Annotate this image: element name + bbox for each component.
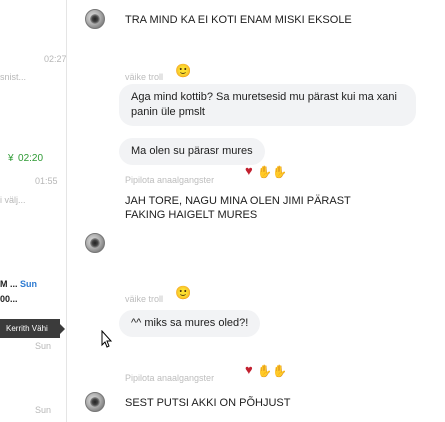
conversation-item-active[interactable]: ¥ 02:20 (8, 148, 43, 166)
mute-icon: ¥ (8, 153, 14, 164)
chat-thread: TRA MIND KA EI KOTI ENAM MISKI EKSOLE vä… (67, 0, 445, 422)
message-text: Aga mind kottib? Sa muretsesid mu pärast… (131, 91, 397, 118)
message-sender: väike troll (125, 294, 164, 304)
message-bubble: Ma olen su pärasr mures (119, 138, 265, 165)
message-text: JAH TORE, NAGU MINA OLEN JIMI PÄRAST FAK… (125, 195, 351, 221)
conversation-time: 02:20 (18, 153, 44, 164)
face-sticker-icon: 🙂 (175, 63, 192, 78)
message-text: SEST PUTSI AKKI ON PÕHJUST (125, 397, 291, 409)
heart-icon: ♥ (245, 362, 253, 377)
conversation-snippet: 00... (0, 294, 18, 304)
hands-icon: ✋✋ (257, 364, 287, 378)
conversation-time: 02:27 (44, 54, 67, 64)
conversation-time: Sun (20, 279, 38, 289)
hands-icon: ✋✋ (257, 165, 287, 179)
message-text: ^^ miks sa mures oled?! (131, 317, 249, 329)
tooltip: Kerrith Vähi (0, 319, 65, 338)
conversation-time: Sun (35, 341, 52, 351)
avatar-icon (85, 233, 105, 253)
conversation-list: 02:27 snist... ¥ 02:20 01:55 i välj... M… (0, 0, 67, 422)
heart-icon: ♥ (245, 163, 253, 178)
message-text: Ma olen su pärasr mures (131, 145, 253, 157)
message-sender: Pipilota anaalgangster (125, 175, 215, 185)
conversation-item[interactable]: M ... Sun (0, 279, 37, 289)
face-sticker-icon: 🙂 (175, 285, 192, 300)
message-bubble: Aga mind kottib? Sa muretsesid mu pärast… (119, 84, 416, 126)
conversation-time: Sun (35, 405, 52, 415)
conversation-name: M ... (0, 279, 18, 289)
message-sender: Pipilota anaalgangster (125, 373, 215, 383)
conversation-snippet: snist... (0, 72, 27, 82)
conversation-snippet: i välj... (0, 195, 26, 205)
message-text: TRA MIND KA EI KOTI ENAM MISKI EKSOLE (125, 14, 352, 26)
avatar-icon (85, 392, 105, 412)
message-bubble: ^^ miks sa mures oled?! (119, 310, 261, 337)
message-sender: väike troll (125, 72, 164, 82)
avatar-icon (85, 9, 105, 29)
conversation-time: 01:55 (35, 176, 58, 186)
